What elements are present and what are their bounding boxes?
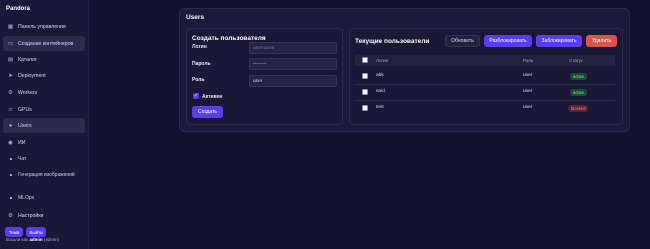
status-badge: blocked [568, 105, 589, 112]
password-input[interactable]: •••••••• [249, 58, 337, 70]
sidebar-item-catalog[interactable]: ▤ Каталог [3, 52, 85, 67]
login-label: Логин [192, 44, 207, 50]
row-checkbox[interactable] [362, 89, 368, 95]
gear-icon: ⚙ [8, 212, 13, 219]
block-button[interactable]: Заблокировать [536, 35, 582, 47]
logged-in-status: Вошли как admin (admin) [6, 237, 59, 242]
ai-icon: ◉ [8, 139, 13, 146]
workers-icon: ⚙ [8, 89, 13, 96]
table-cell-login: test [376, 105, 384, 110]
column-role: Роль [523, 58, 534, 63]
gpu-icon: ▱ [8, 106, 13, 113]
sidebar-subitem-label: Чат [18, 156, 27, 162]
users-table-header: Логин Роль Статус [355, 55, 615, 66]
sidebar-item-label: ИИ [18, 139, 26, 146]
sidebar-item-create-containers[interactable]: ▭ Создание контейнеров [3, 36, 85, 51]
sidebar-item-label: Настройки [18, 212, 44, 219]
delete-button[interactable]: Удалить [586, 35, 617, 47]
sidebar-item-deployment[interactable]: ➤ Deployment [3, 68, 85, 83]
bullet-icon [10, 158, 12, 160]
sidebar: Pandora ▦ Панель управления ▭ Создание к… [0, 0, 89, 249]
current-users-title: Текущие пользователи [355, 38, 430, 45]
table-cell-login: abk [376, 73, 384, 78]
bullet-icon [10, 174, 12, 176]
row-divider [355, 84, 615, 85]
status-badge: active [570, 89, 587, 96]
logged-in-prefix: Вошли как [6, 237, 29, 242]
select-all-checkbox[interactable] [362, 57, 368, 63]
active-label: Активен [202, 94, 223, 100]
catalog-icon: ▤ [7, 56, 14, 63]
table-cell-role: user [523, 89, 533, 94]
sidebar-item-label: Создание контейнеров [18, 40, 74, 47]
logged-in-role: (admin) [43, 237, 60, 242]
row-checkbox[interactable] [362, 105, 368, 111]
brand-name: Pandora [6, 6, 31, 12]
dashboard-icon: ▦ [7, 23, 14, 30]
sidebar-item-users[interactable]: ● Users [3, 118, 85, 133]
theme-button[interactable]: Тема [5, 227, 23, 237]
sidebar-item-label: Workers [18, 89, 38, 96]
sidebar-item-ai[interactable]: ◉ ИИ [3, 135, 85, 150]
login-input[interactable]: username [249, 42, 337, 54]
user-icon: ● [8, 122, 13, 129]
active-checkbox[interactable]: ✓ [193, 93, 199, 99]
page-title: Users [186, 14, 205, 21]
logged-in-user: admin [29, 237, 43, 242]
sidebar-subitem-label: MLOps [18, 195, 35, 201]
row-divider [355, 100, 615, 101]
sidebar-subitem-chat[interactable]: Чат [10, 155, 85, 163]
sidebar-item-label: GPUs [18, 106, 32, 113]
rocket-icon: ➤ [8, 72, 13, 79]
status-badge: active [570, 73, 587, 80]
table-cell-login: said [376, 89, 385, 94]
bullet-icon [10, 197, 12, 199]
sidebar-item-label: Каталог [18, 56, 37, 63]
sidebar-item-label: Deployment [18, 72, 46, 79]
sidebar-subitem-image-generation[interactable]: Генерация изображений [10, 171, 80, 179]
sidebar-subitem-mlops[interactable]: MLOps [10, 194, 85, 202]
logout-button[interactable]: Выйти [26, 227, 46, 237]
refresh-button[interactable]: Обновить [445, 35, 480, 47]
container-icon: ▭ [7, 40, 14, 47]
column-status: Статус [569, 58, 584, 63]
sidebar-item-label: Users [18, 122, 32, 129]
table-cell-role: user [523, 73, 533, 78]
sidebar-item-workers[interactable]: ⚙ Workers [3, 85, 85, 100]
role-label: Роль [192, 77, 205, 83]
password-label: Пароль [192, 61, 211, 67]
sidebar-item-label: Панель управления [18, 23, 66, 30]
column-login: Логин [376, 58, 389, 63]
sidebar-item-settings[interactable]: ⚙ Настройки [3, 208, 85, 223]
create-user-button[interactable]: Создать [192, 106, 223, 118]
create-user-title: Создать пользователя [192, 35, 266, 42]
sidebar-subitem-label: Генерация изображений [18, 172, 75, 178]
row-checkbox[interactable] [362, 73, 368, 79]
sidebar-item-dashboard[interactable]: ▦ Панель управления [3, 19, 85, 34]
table-cell-role: user [523, 105, 533, 110]
sidebar-item-gpus[interactable]: ▱ GPUs [3, 102, 85, 117]
role-input[interactable]: user [249, 75, 337, 87]
unblock-button[interactable]: Разблокировать [484, 35, 532, 47]
